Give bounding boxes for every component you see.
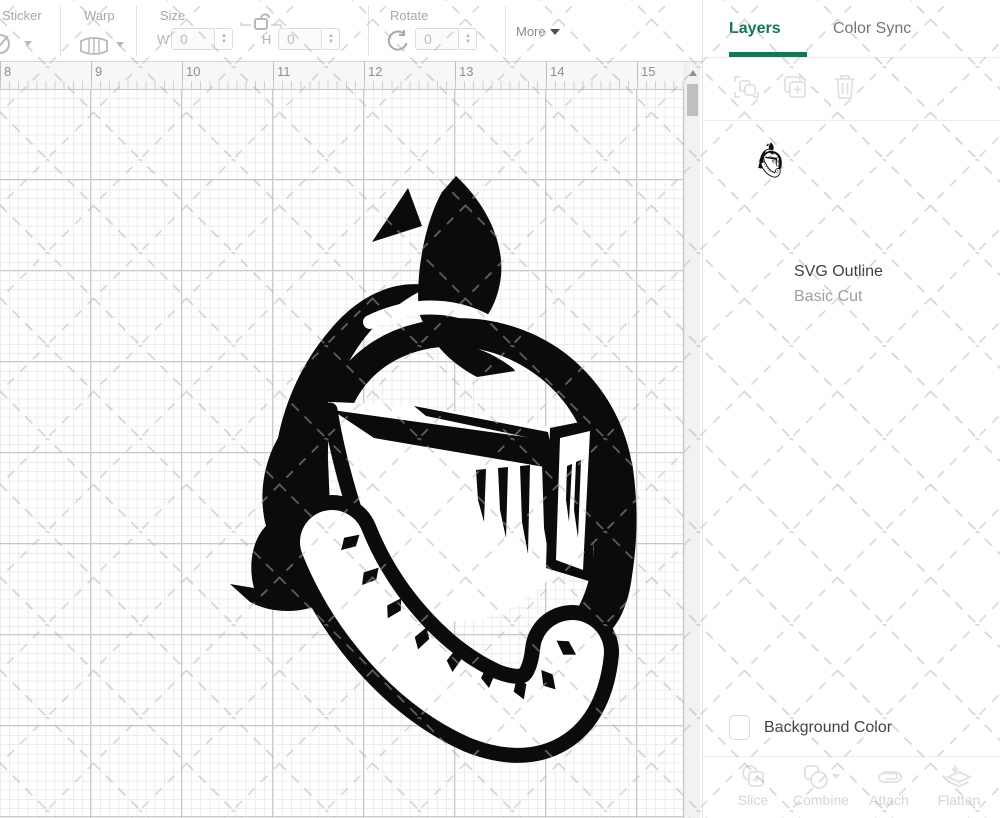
slice-label: Slice [723, 792, 783, 808]
group-icon[interactable] [733, 74, 761, 102]
tabbar-border [703, 57, 1000, 58]
edit-toolbar: Sticker Warp Size W 0 ▲▼ H 0 ▲▼ Rotate [0, 0, 702, 62]
duplicate-icon[interactable] [781, 74, 809, 102]
tab-layers[interactable]: Layers [729, 20, 781, 38]
horizontal-ruler: 8 9 10 11 12 13 14 15 [0, 62, 684, 90]
slice-button[interactable]: Slice [723, 762, 783, 808]
background-color-label: Background Color [764, 719, 892, 737]
layers-panel: Layers Color Sync SVG Outline Basic [702, 0, 1000, 818]
combine-icon [803, 764, 841, 790]
height-input[interactable]: 0 [278, 28, 322, 50]
toolbar-divider [505, 6, 506, 56]
height-stepper[interactable]: ▲▼ [323, 28, 340, 50]
layer-title: SVG Outline [794, 263, 883, 281]
rotate-input[interactable]: 0 [415, 28, 459, 50]
ruler-minor-ticks [0, 81, 684, 89]
scrollbar-thumb[interactable] [687, 84, 698, 116]
attach-button[interactable]: Attach [859, 762, 919, 808]
width-stepper[interactable]: ▲▼ [216, 28, 233, 50]
tab-color-sync[interactable]: Color Sync [833, 20, 911, 38]
design-app-window: Sticker Warp Size W 0 ▲▼ H 0 ▲▼ Rotate [0, 0, 1000, 818]
sticker-caret-icon[interactable] [24, 41, 32, 46]
attach-icon [875, 767, 905, 787]
warp-icon[interactable] [78, 36, 110, 56]
width-input[interactable]: 0 [171, 28, 215, 50]
more-caret-icon[interactable] [550, 29, 560, 35]
ruler-label: 8 [4, 64, 11, 79]
scroll-up-arrow-icon[interactable] [689, 70, 697, 76]
layer-thumbnail [756, 142, 784, 178]
toolbar-divider [136, 6, 137, 56]
knight-helmet-artwork[interactable] [220, 170, 660, 770]
toolbar-divider [60, 6, 61, 56]
flatten-label: Flatten [929, 792, 989, 808]
ruler-label: 15 [641, 64, 655, 79]
combine-label: Combine [791, 792, 851, 808]
ruler-label: 11 [277, 64, 291, 79]
attach-label: Attach [859, 792, 919, 808]
flatten-icon [946, 763, 972, 791]
more-button[interactable]: More [516, 24, 546, 39]
delete-icon[interactable] [831, 73, 859, 101]
rotate-stepper[interactable]: ▲▼ [460, 28, 477, 50]
size-section-label: Size [160, 8, 185, 23]
layer-cut-type: Basic Cut [794, 288, 862, 306]
ruler-label: 10 [186, 64, 200, 79]
width-field-label: W [157, 32, 169, 47]
layer-row[interactable]: SVG Outline Basic Cut [703, 126, 1000, 188]
combine-button[interactable]: Combine [791, 762, 851, 808]
ruler-label: 12 [368, 64, 382, 79]
ruler-label: 14 [550, 64, 564, 79]
background-color-swatch[interactable] [729, 715, 750, 740]
sticker-section-label: Sticker [2, 8, 42, 23]
flatten-button[interactable]: Flatten [929, 762, 989, 808]
slice-icon [741, 764, 767, 790]
warp-section-label: Warp [84, 8, 115, 23]
height-field-label: H [262, 32, 271, 47]
panel-divider [703, 120, 1000, 121]
design-canvas[interactable] [0, 90, 684, 818]
warp-caret-icon[interactable] [116, 42, 124, 47]
ruler-label: 13 [459, 64, 473, 79]
canvas-vertical-scrollbar[interactable] [684, 62, 700, 818]
toolbar-divider [368, 6, 369, 56]
ruler-label: 9 [95, 64, 102, 79]
rotate-section-label: Rotate [390, 8, 428, 23]
offset-icon[interactable] [0, 32, 20, 56]
panel-divider [703, 756, 1000, 757]
rotate-icon[interactable] [384, 29, 410, 53]
